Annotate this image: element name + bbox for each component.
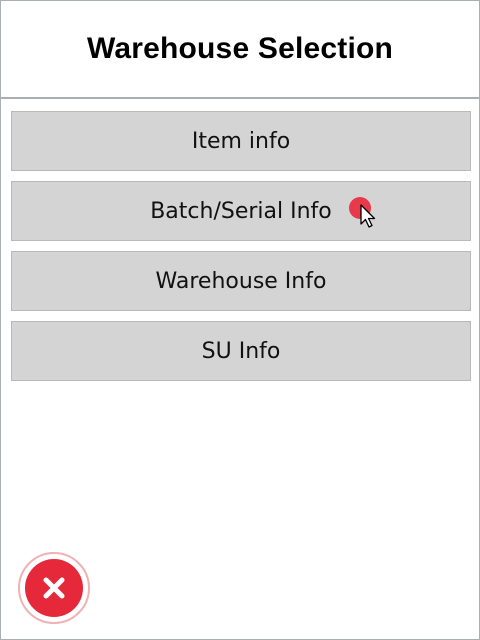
page-title: Warehouse Selection bbox=[86, 32, 394, 65]
app-window: Warehouse Selection Item info Batch/Seri… bbox=[0, 0, 480, 640]
menu-list: Item info Batch/Serial Info Warehouse In… bbox=[11, 111, 471, 391]
close-icon bbox=[25, 559, 83, 617]
item-info-button[interactable]: Item info bbox=[11, 111, 471, 171]
header-bar: Warehouse Selection bbox=[1, 1, 479, 99]
close-button[interactable] bbox=[18, 552, 90, 624]
warehouse-info-button[interactable]: Warehouse Info bbox=[11, 251, 471, 311]
batch-serial-info-button[interactable]: Batch/Serial Info bbox=[11, 181, 471, 241]
su-info-button[interactable]: SU Info bbox=[11, 321, 471, 381]
